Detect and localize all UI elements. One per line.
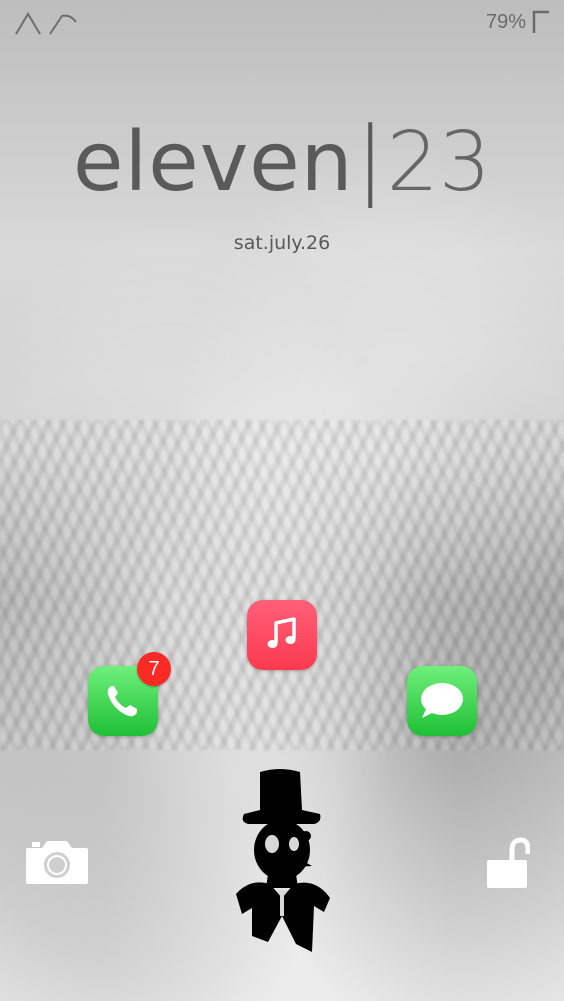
open-padlock-icon[interactable] — [484, 836, 530, 890]
phone-badge: 7 — [137, 652, 171, 686]
signal-glyph-icon — [15, 12, 77, 35]
battery-corner-icon — [532, 10, 549, 33]
clock-hour: eleven — [73, 115, 354, 210]
clock-separator: | — [355, 109, 385, 209]
clock-minute: 23 — [386, 115, 491, 210]
top-hat-gentleman-icon — [236, 769, 330, 952]
lockscreen-date: sat.july.26 — [233, 232, 331, 254]
wave-texture — [0, 420, 564, 750]
music-note-icon — [267, 617, 296, 648]
lockscreen-clock: eleven|23 — [0, 116, 564, 204]
status-right: 79% — [486, 10, 550, 34]
speech-bubble-icon — [421, 683, 463, 718]
camera-icon[interactable] — [24, 836, 90, 886]
messages-app-button[interactable] — [407, 666, 477, 736]
music-app-button[interactable] — [247, 600, 317, 670]
phone-handset-icon — [107, 686, 137, 717]
battery-percent: 79% — [485, 10, 526, 33]
